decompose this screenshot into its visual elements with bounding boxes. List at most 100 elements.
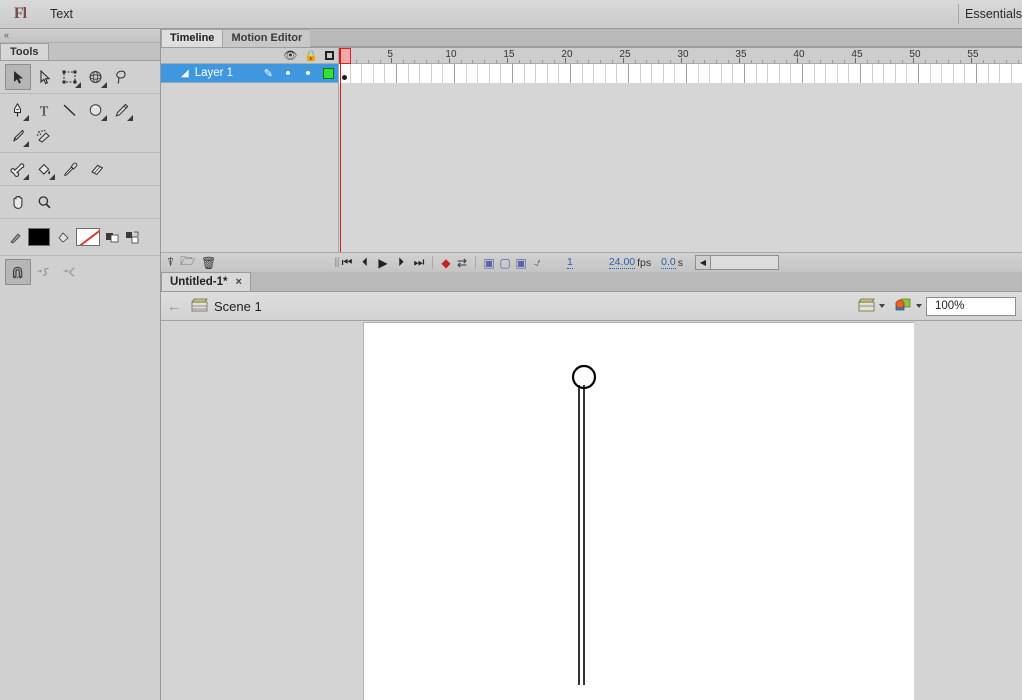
frame-rate-value[interactable]: 24.00 xyxy=(608,256,636,269)
frame-cell[interactable] xyxy=(420,64,432,83)
black-and-white-icon[interactable] xyxy=(103,224,121,250)
pen-tool[interactable] xyxy=(5,97,31,123)
timeline-ruler[interactable]: 1510152025303540455055606570758085 xyxy=(339,48,1022,64)
swap-colors-icon[interactable] xyxy=(124,224,142,250)
frame-cell[interactable] xyxy=(687,64,699,83)
fill-color-icon[interactable] xyxy=(53,224,73,250)
frame-cell[interactable] xyxy=(721,64,734,83)
scrollbar-thumb[interactable] xyxy=(711,255,779,270)
center-frame-button[interactable]: ◆ xyxy=(438,255,454,271)
frame-cell[interactable] xyxy=(837,64,850,83)
tool-menu-corner-icon[interactable] xyxy=(23,115,29,121)
tool-menu-corner-icon[interactable] xyxy=(101,115,107,121)
frame-cell[interactable] xyxy=(953,64,966,83)
straighten-option[interactable] xyxy=(57,259,83,285)
frames-strip[interactable] xyxy=(339,64,1022,83)
go-to-last-frame-button[interactable]: ⏭ xyxy=(411,255,427,271)
close-icon[interactable]: × xyxy=(236,273,242,291)
frame-cell[interactable] xyxy=(350,64,363,83)
tool-menu-corner-icon[interactable] xyxy=(127,115,133,121)
line-tool[interactable] xyxy=(57,97,83,123)
frame-cell[interactable] xyxy=(710,64,722,83)
frame-cell[interactable] xyxy=(559,64,571,83)
menu-item-text[interactable]: Text xyxy=(40,0,124,29)
frame-cell[interactable] xyxy=(895,64,908,83)
frame-cell[interactable] xyxy=(756,64,769,83)
go-to-first-frame-button[interactable]: ⏮ xyxy=(339,255,355,271)
frame-cell[interactable] xyxy=(965,64,977,83)
keyframe-marker[interactable] xyxy=(342,75,347,80)
eye-icon[interactable]: 👁 xyxy=(283,49,297,62)
edit-symbols-icon[interactable] xyxy=(894,297,912,315)
onion-skin-button[interactable]: ▣ xyxy=(481,255,497,271)
edit-symbols-chevron-down-icon[interactable] xyxy=(916,304,922,308)
frame-cell[interactable] xyxy=(1011,64,1022,83)
frame-cell[interactable] xyxy=(907,64,919,83)
frame-cell[interactable] xyxy=(698,64,711,83)
layer-row[interactable]: ◢ Layer 1 ✎ xyxy=(161,64,338,83)
tab-tools[interactable]: Tools xyxy=(0,43,49,60)
selection-tool[interactable] xyxy=(5,64,31,90)
frame-cell[interactable] xyxy=(594,64,606,83)
frame-cell[interactable] xyxy=(803,64,815,83)
deco-tool[interactable] xyxy=(31,123,57,149)
tool-menu-corner-icon[interactable] xyxy=(49,174,55,180)
edit-scene-icon[interactable] xyxy=(858,298,875,315)
collapse-panel-button[interactable]: « xyxy=(0,29,160,43)
back-arrow-icon[interactable]: ← xyxy=(167,298,181,314)
lock-icon[interactable]: 🔒 xyxy=(304,49,318,62)
tab-motion-editor[interactable]: Motion Editor xyxy=(222,29,312,47)
frame-cell[interactable] xyxy=(513,64,525,83)
tool-menu-corner-icon[interactable] xyxy=(23,174,29,180)
layer-visibility-toggle[interactable] xyxy=(278,71,298,75)
frame-cell[interactable] xyxy=(536,64,548,83)
tool-menu-corner-icon[interactable] xyxy=(23,141,29,147)
outline-icon[interactable] xyxy=(325,51,334,60)
delete-layer-button[interactable]: 🗑 xyxy=(201,256,216,270)
stroke-color-icon[interactable] xyxy=(5,224,25,250)
frame-cell[interactable] xyxy=(1000,64,1012,83)
frame-cell[interactable] xyxy=(663,64,676,83)
frame-cell[interactable] xyxy=(768,64,780,83)
bone-tool[interactable] xyxy=(5,156,31,182)
scene-name-label[interactable]: Scene 1 xyxy=(214,299,262,314)
paint-bucket-tool[interactable] xyxy=(31,156,57,182)
frame-cell[interactable] xyxy=(779,64,792,83)
zoom-tool[interactable] xyxy=(31,189,57,215)
new-folder-button[interactable]: 🗁 xyxy=(180,252,195,273)
oval-tool[interactable] xyxy=(83,97,109,123)
stage-area[interactable] xyxy=(161,321,1022,700)
snap-to-objects-toggle[interactable] xyxy=(5,259,31,285)
text-tool[interactable]: T xyxy=(31,97,57,123)
frame-cell[interactable] xyxy=(930,64,943,83)
frame-cell[interactable] xyxy=(745,64,757,83)
eyedropper-tool[interactable] xyxy=(57,156,83,182)
hand-tool[interactable] xyxy=(5,189,31,215)
frame-cell[interactable] xyxy=(872,64,885,83)
frame-cell[interactable] xyxy=(977,64,989,83)
frame-cell[interactable] xyxy=(861,64,873,83)
tool-menu-corner-icon[interactable] xyxy=(101,82,107,88)
frame-cell[interactable] xyxy=(629,64,641,83)
layer-lock-toggle[interactable] xyxy=(298,71,318,75)
modify-onion-markers-button[interactable]: ⍻ xyxy=(529,255,545,271)
frame-cell[interactable] xyxy=(362,64,374,83)
frame-cell[interactable] xyxy=(524,64,537,83)
stage-canvas[interactable] xyxy=(363,322,914,700)
frame-cell[interactable] xyxy=(791,64,803,83)
fill-color-swatch[interactable] xyxy=(76,228,100,246)
subselection-tool[interactable] xyxy=(31,64,57,90)
frame-cell[interactable] xyxy=(385,64,397,83)
frame-cell[interactable] xyxy=(675,64,687,83)
edit-scene-chevron-down-icon[interactable] xyxy=(879,304,885,308)
frame-cell[interactable] xyxy=(373,64,386,83)
frame-cell[interactable] xyxy=(826,64,838,83)
elapsed-time-value[interactable]: 0.0 xyxy=(661,256,676,269)
frame-cell[interactable] xyxy=(397,64,409,83)
frame-cell[interactable] xyxy=(431,64,444,83)
loop-playback-button[interactable]: ⇄ xyxy=(454,255,470,271)
tool-menu-corner-icon[interactable] xyxy=(75,82,81,88)
workspace-selector[interactable]: Essentials xyxy=(965,0,1022,29)
pencil-tool[interactable] xyxy=(109,97,135,123)
frame-cell[interactable] xyxy=(652,64,664,83)
